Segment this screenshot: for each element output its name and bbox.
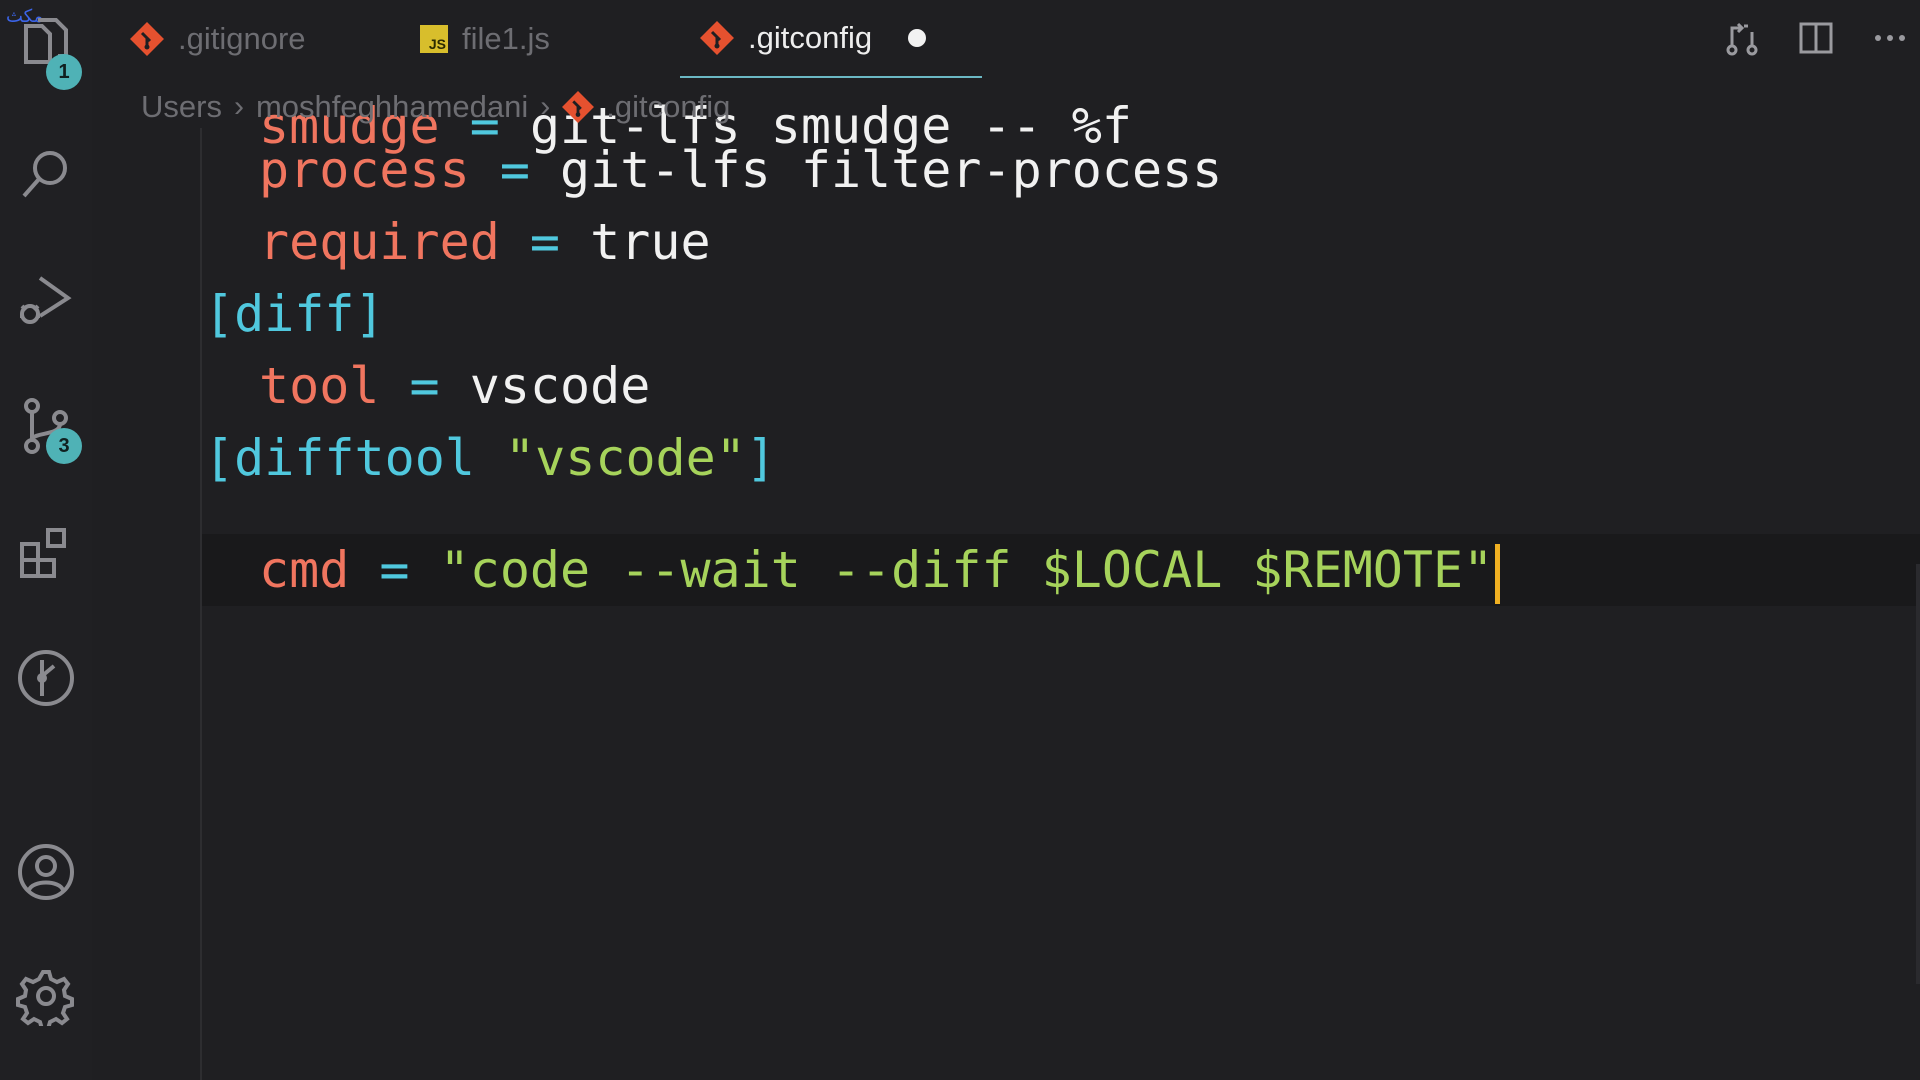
extensions-icon — [20, 528, 66, 578]
code-line: [diff] — [204, 285, 385, 343]
editor-actions — [1722, 18, 1910, 58]
settings-gear-icon — [16, 970, 74, 1026]
settings-button[interactable] — [12, 962, 80, 1030]
tab-gitconfig[interactable]: .gitconfig — [680, 0, 982, 78]
source-control-button[interactable]: 3 — [12, 392, 82, 464]
tab-label: file1.js — [462, 21, 550, 56]
accounts-button[interactable] — [12, 838, 80, 906]
code-editor[interactable]: smudge = git-lfs smudge -- %f process = … — [92, 97, 1920, 1080]
activity-bar: مکث 1 3 — [0, 0, 92, 1080]
git-graph-icon — [18, 650, 74, 706]
tab-gitignore[interactable]: .gitignore — [130, 0, 306, 78]
git-graph-button[interactable] — [12, 644, 80, 712]
tab-bar: .gitignore JS file1.js .gitconfig — [92, 0, 1920, 78]
breadcrumb-item[interactable]: Users — [141, 89, 222, 125]
breadcrumb-item[interactable]: moshfeghhamedani — [256, 89, 528, 125]
unsaved-dot-icon[interactable] — [908, 29, 927, 47]
split-editor-icon[interactable] — [1796, 18, 1836, 58]
compare-changes-icon[interactable] — [1722, 18, 1762, 58]
tab-file1-js[interactable]: JS file1.js — [420, 0, 550, 78]
account-icon — [18, 844, 74, 900]
text-cursor — [1495, 543, 1501, 604]
code-line: process = git-lfs filter-process — [259, 141, 1223, 199]
code-line: tool = vscode — [259, 357, 651, 415]
code-line-current: cmd = "code --wait --diff $LOCAL $REMOTE… — [202, 534, 1920, 606]
tab-label: .gitconfig — [748, 20, 873, 55]
breadcrumb-item[interactable]: .gitconfig — [606, 89, 730, 125]
code-line: [difftool "vscode"] — [204, 429, 776, 487]
js-icon: JS — [420, 25, 448, 53]
run-debug-button[interactable] — [12, 266, 80, 334]
more-actions-icon[interactable] — [1870, 18, 1910, 58]
extensions-button[interactable] — [12, 518, 80, 586]
scrollbar[interactable] — [1916, 564, 1920, 984]
explorer-badge: 1 — [46, 54, 82, 90]
git-icon — [700, 21, 734, 55]
chevron-right-icon: › — [540, 90, 551, 123]
js-icon-text: JS — [420, 25, 448, 53]
search-icon — [22, 151, 67, 198]
search-button[interactable] — [12, 140, 80, 208]
breadcrumb: Users › moshfeghhamedani › .gitconfig — [141, 86, 730, 128]
tab-label: .gitignore — [178, 21, 306, 56]
chevron-right-icon: › — [233, 90, 244, 123]
run-debug-icon — [20, 276, 72, 324]
source-control-badge: 3 — [46, 428, 82, 464]
git-icon — [562, 91, 595, 123]
code-line: required = true — [259, 213, 711, 271]
git-icon — [130, 22, 164, 56]
explorer-button[interactable]: 1 — [12, 10, 82, 90]
